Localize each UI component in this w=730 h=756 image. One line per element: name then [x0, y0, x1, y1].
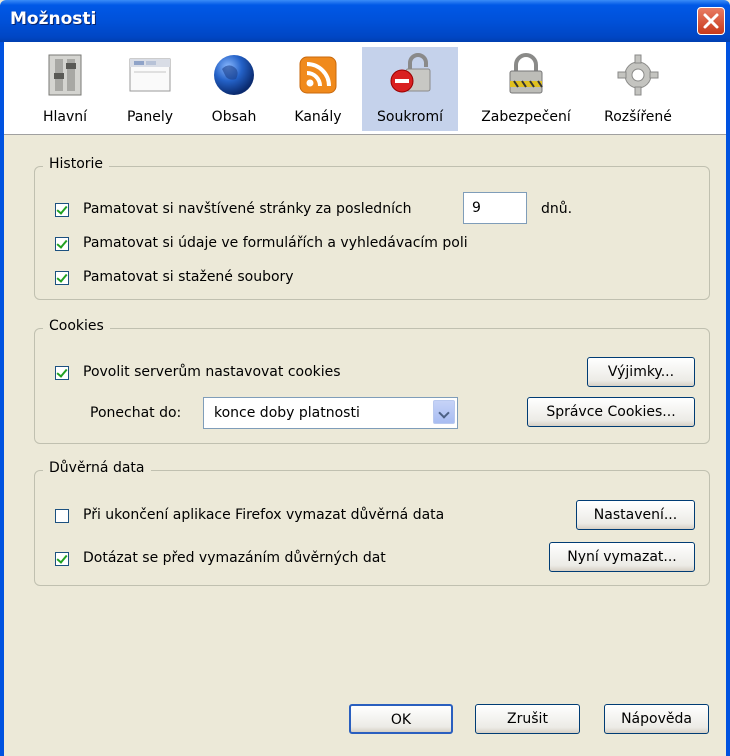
remember-downloads-label: Pamatovat si stažené soubory — [83, 269, 294, 285]
tab-main-label: Hlavní — [42, 109, 88, 125]
switch-icon — [48, 54, 82, 96]
days-unit-label: dnů. — [541, 201, 573, 217]
cookie-manager-button[interactable]: Správce Cookies... — [527, 397, 695, 427]
remember-forms-checkbox[interactable] — [55, 237, 69, 251]
ask-before-clear-label: Dotázat se před vymazáním důvěrných dat — [83, 550, 386, 566]
settings-button[interactable]: Nastavení... — [576, 500, 695, 530]
globe-icon — [214, 55, 254, 95]
cookies-legend: Cookies — [43, 318, 110, 334]
tab-content[interactable]: Obsah — [202, 47, 266, 131]
tab-main[interactable]: Hlavní — [34, 47, 96, 131]
padlock-icon — [509, 53, 543, 94]
gear-icon — [617, 54, 659, 96]
days-input[interactable]: 9 — [463, 192, 527, 224]
remember-visited-label: Pamatovat si navštívené stránky za posle… — [83, 201, 412, 217]
cancel-button[interactable]: Zrušit — [475, 704, 580, 734]
tab-panels[interactable]: Panely — [116, 47, 184, 131]
exceptions-button[interactable]: Výjimky... — [587, 357, 695, 387]
options-toolbar: Hlavní Panely Obsah Kanály Soukromí Zabe… — [4, 42, 726, 135]
close-button[interactable] — [697, 7, 725, 35]
tab-advanced-label: Rozšířené — [604, 109, 672, 125]
remember-forms-label: Pamatovat si údaje ve formulářích a vyhl… — [83, 235, 468, 251]
tab-advanced[interactable]: Rozšířené — [594, 47, 682, 131]
clear-on-exit-checkbox[interactable] — [55, 509, 69, 523]
tab-panels-label: Panely — [126, 109, 174, 125]
title-bar[interactable]: Možnosti — [0, 0, 730, 42]
chevron-down-icon[interactable] — [433, 400, 455, 424]
window-title: Možnosti — [10, 9, 97, 29]
help-button[interactable]: Nápověda — [604, 704, 709, 734]
history-legend: Historie — [43, 156, 110, 172]
close-icon — [703, 13, 719, 29]
keep-until-value: konce doby platnosti — [214, 405, 360, 421]
ok-button[interactable]: OK — [349, 704, 453, 734]
tab-feeds-label: Kanály — [294, 109, 342, 125]
allow-cookies-checkbox[interactable] — [55, 366, 69, 380]
tab-feeds[interactable]: Kanály — [286, 47, 350, 131]
privacy-lock-icon — [390, 53, 431, 93]
keep-until-label: Ponechat do: — [90, 405, 182, 421]
clear-on-exit-label: Při ukončení aplikace Firefox vymazat dů… — [83, 507, 445, 523]
remember-downloads-checkbox[interactable] — [55, 271, 69, 285]
tabs-window-icon — [129, 58, 171, 92]
private-data-legend: Důvěrná data — [43, 460, 151, 476]
ask-before-clear-checkbox[interactable] — [55, 552, 69, 566]
tab-privacy[interactable]: Soukromí — [362, 47, 458, 131]
tab-privacy-label: Soukromí — [377, 109, 443, 125]
allow-cookies-label: Povolit serverům nastavovat cookies — [83, 364, 341, 380]
tab-security[interactable]: Zabezpečení — [474, 47, 578, 131]
tab-content-label: Obsah — [211, 109, 257, 125]
remember-visited-checkbox[interactable] — [55, 203, 69, 217]
keep-until-select[interactable]: konce doby platnosti — [203, 397, 458, 429]
clear-now-button[interactable]: Nyní vymazat... — [549, 542, 695, 572]
rss-feed-icon — [299, 56, 337, 94]
tab-security-label: Zabezpečení — [481, 109, 571, 125]
